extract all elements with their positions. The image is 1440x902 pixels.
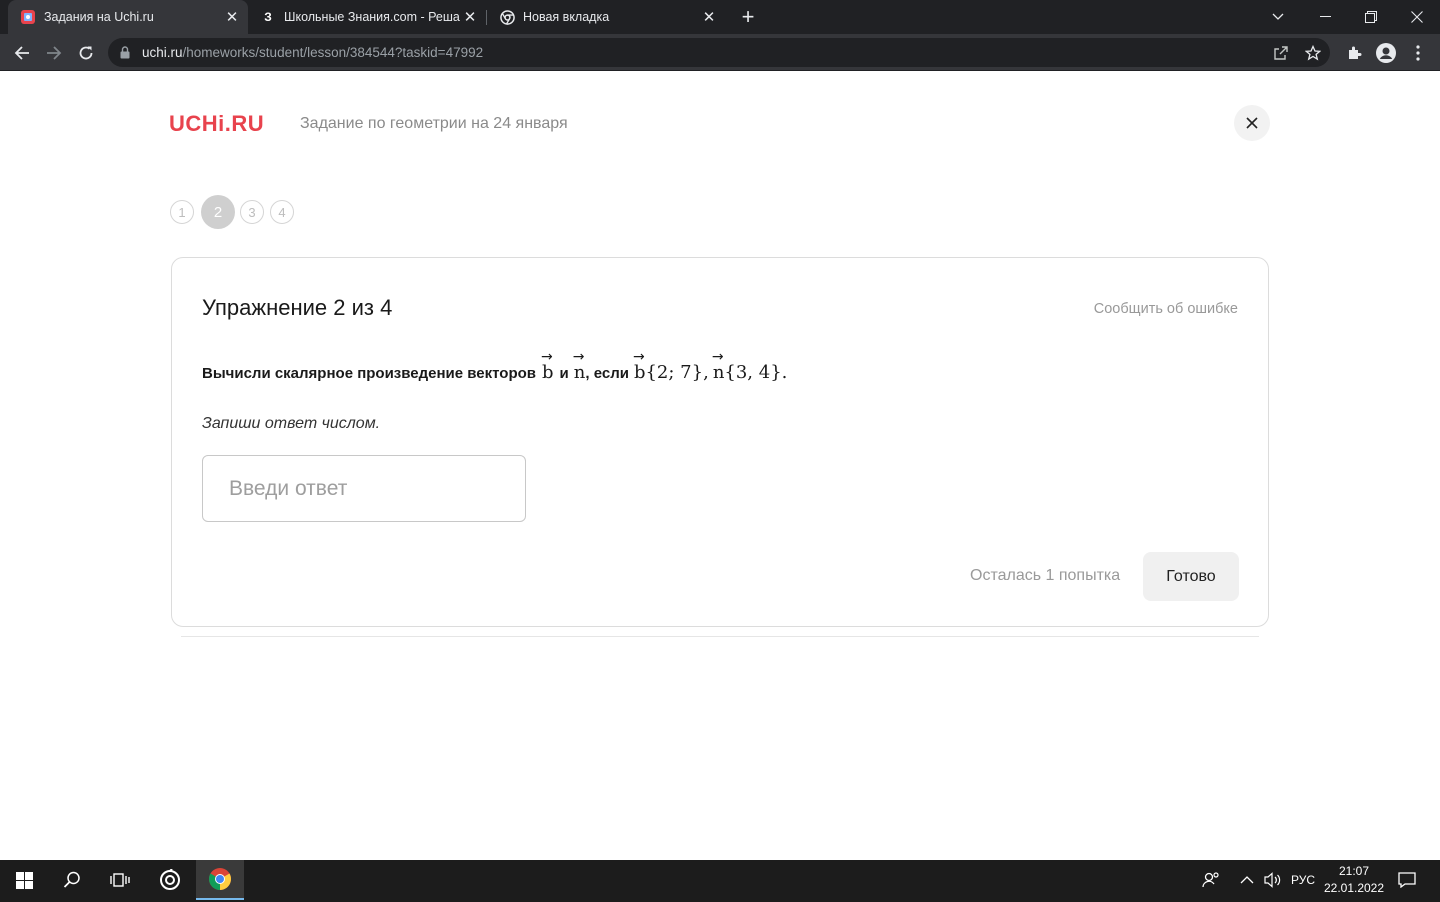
- znanija-favicon-icon: З: [264, 10, 272, 24]
- address-bar[interactable]: uchi.ru/homeworks/student/lesson/384544?…: [108, 38, 1330, 67]
- windows-start-icon[interactable]: [0, 860, 48, 900]
- browser-tab-bar: Задания на Uchi.ru ✕ З Школьные Знания.c…: [0, 0, 1440, 34]
- people-icon[interactable]: [1202, 860, 1220, 900]
- new-tab-icon[interactable]: +: [736, 6, 760, 30]
- report-error-link[interactable]: Сообщить об ошибке: [1094, 301, 1238, 317]
- system-clock[interactable]: 21:07 22.01.2022: [1318, 863, 1390, 897]
- conjunction-if: , если: [585, 365, 629, 382]
- reload-icon[interactable]: [72, 39, 100, 67]
- close-window-icon[interactable]: [1394, 0, 1440, 34]
- submit-button[interactable]: Готово: [1143, 552, 1239, 601]
- close-tab-icon[interactable]: ✕: [699, 7, 719, 27]
- step-2-current[interactable]: 2: [201, 195, 235, 229]
- vector-n: → n: [572, 349, 586, 383]
- uchi-favicon-icon: [20, 9, 36, 25]
- extensions-icon[interactable]: [1340, 39, 1368, 67]
- attempts-remaining: Осталась 1 попытка: [970, 567, 1121, 584]
- close-lesson-button[interactable]: [1234, 105, 1270, 141]
- input-language[interactable]: РУС: [1291, 860, 1315, 900]
- step-3[interactable]: 3: [240, 200, 264, 224]
- search-icon[interactable]: [48, 860, 96, 900]
- vector-arrow-icon: →: [632, 349, 645, 365]
- task-view-icon[interactable]: [96, 860, 144, 900]
- tab-uchi[interactable]: Задания на Uchi.ru ✕: [8, 0, 248, 34]
- share-icon[interactable]: [1272, 44, 1290, 62]
- bookmark-star-icon[interactable]: [1304, 44, 1322, 62]
- vector-arrow-icon: →: [572, 349, 585, 365]
- conjunction-and: и: [559, 365, 569, 382]
- clock-date: 22.01.2022: [1323, 881, 1385, 895]
- vector-n-coords: {3, 4}.: [724, 362, 788, 383]
- url-text: uchi.ru/homeworks/student/lesson/384544?…: [142, 45, 484, 60]
- lock-icon: [120, 46, 130, 64]
- close-tab-icon[interactable]: ✕: [222, 7, 242, 27]
- windows-taskbar: РУС 21:07 22.01.2022: [0, 860, 1440, 902]
- back-icon[interactable]: [8, 39, 36, 67]
- step-4[interactable]: 4: [270, 200, 294, 224]
- minimize-icon[interactable]: [1302, 0, 1348, 34]
- card-stack-edge: [181, 636, 1259, 637]
- chrome-taskbar-icon[interactable]: [196, 860, 244, 900]
- tab-new[interactable]: Новая вкладка ✕: [487, 0, 725, 34]
- forward-icon[interactable]: [40, 39, 68, 67]
- close-icon: [1246, 117, 1258, 129]
- vector-b: → b: [541, 349, 554, 383]
- vector-b-coords-symbol: → b: [632, 349, 646, 383]
- step-1[interactable]: 1: [170, 200, 194, 224]
- answer-input[interactable]: [202, 455, 526, 522]
- vector-n-coords-symbol: → n: [711, 349, 725, 383]
- tab-title: Школьные Знания.com - Решае: [284, 10, 460, 24]
- question-text: Вычисли скалярное произведение векторов …: [202, 349, 788, 383]
- profile-avatar-icon[interactable]: [1372, 39, 1400, 67]
- vector-arrow-icon: →: [711, 349, 724, 365]
- chrome-icon: [499, 9, 515, 25]
- tab-znanija[interactable]: З Школьные Знания.com - Решае ✕: [248, 0, 486, 34]
- notifications-icon[interactable]: [1398, 860, 1416, 900]
- volume-icon[interactable]: [1264, 860, 1282, 900]
- tab-title: Задания на Uchi.ru: [44, 10, 154, 24]
- page-content: UCHi.RU Задание по геометрии на 24 январ…: [0, 71, 1440, 860]
- exercise-title: Упражнение 2 из 4: [202, 295, 393, 320]
- restore-icon[interactable]: [1348, 0, 1394, 34]
- tab-search-chevron-icon[interactable]: [1255, 0, 1301, 34]
- browser-toolbar: uchi.ru/homeworks/student/lesson/384544?…: [0, 34, 1440, 71]
- question-prefix: Вычисли скалярное произведение векторов: [202, 365, 537, 382]
- vector-b-coords: {2; 7},: [645, 362, 709, 383]
- close-tab-icon[interactable]: ✕: [460, 7, 480, 27]
- vector-arrow-icon: →: [541, 349, 553, 365]
- tab-title: Новая вкладка: [523, 10, 610, 24]
- app-spiral-icon[interactable]: [146, 860, 194, 900]
- answer-hint: Запиши ответ числом.: [202, 415, 381, 432]
- menu-kebab-icon[interactable]: [1404, 39, 1432, 67]
- uchi-logo[interactable]: UCHi.RU: [169, 111, 264, 137]
- clock-time: 21:07: [1338, 864, 1370, 878]
- tray-chevron-up-icon[interactable]: [1240, 860, 1254, 900]
- exercise-card: Упражнение 2 из 4 Сообщить об ошибке Выч…: [171, 257, 1269, 627]
- lesson-title: Задание по геометрии на 24 января: [300, 115, 568, 132]
